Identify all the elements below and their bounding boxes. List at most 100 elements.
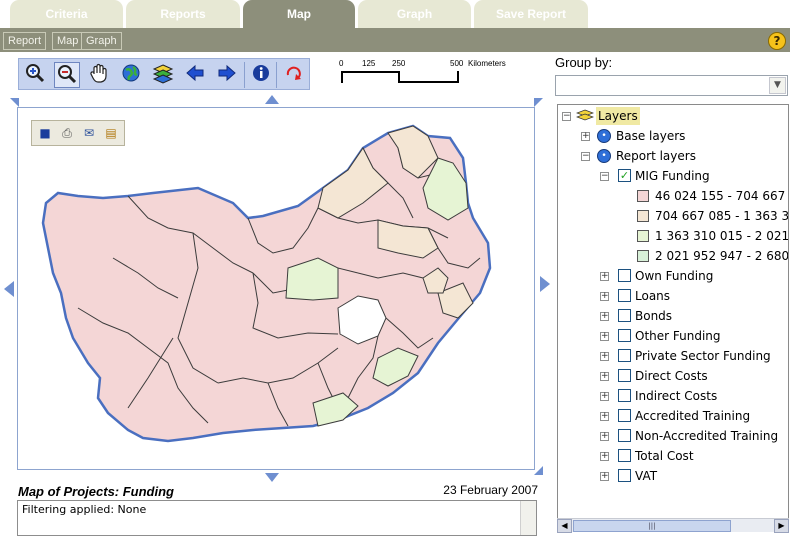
expand-toggle[interactable]: + [600, 412, 609, 421]
layer-checkbox[interactable] [618, 429, 631, 442]
chevron-down-icon[interactable]: ▼ [769, 77, 786, 94]
map-view[interactable] [17, 107, 535, 470]
collapse-toggle[interactable]: − [600, 172, 609, 181]
expand-toggle[interactable]: + [600, 432, 609, 441]
legend-swatch [637, 230, 649, 242]
tree-layer-mig-funding[interactable]: MIG Funding [635, 167, 710, 185]
refresh-icon[interactable] [281, 62, 307, 88]
layers-icon [576, 109, 594, 121]
group-by-label: Group by: [555, 55, 613, 70]
email-icon[interactable]: ✉ [80, 125, 98, 142]
info-icon[interactable] [248, 62, 274, 88]
layer-checkbox[interactable] [618, 389, 631, 402]
expand-toggle[interactable]: + [600, 332, 609, 341]
pan-south-arrow[interactable] [265, 473, 279, 482]
pan-hand-icon[interactable] [86, 62, 112, 88]
tab-save-report[interactable]: Save Report [474, 0, 588, 30]
tree-layer-item[interactable]: Bonds [635, 307, 672, 325]
tab-criteria[interactable]: Criteria [10, 0, 123, 30]
layer-checkbox[interactable] [618, 409, 631, 422]
layer-checkbox-checked[interactable]: ✓ [618, 169, 631, 182]
graph-button[interactable]: Graph [81, 32, 122, 50]
scale-segment [398, 71, 459, 83]
layer-checkbox[interactable] [618, 269, 631, 282]
map-button[interactable]: Map [52, 32, 84, 50]
pan-southeast-arrow[interactable] [534, 466, 543, 475]
map-date: 23 February 2007 [443, 483, 538, 497]
sub-toolbar: Report Map Graph ? [0, 30, 790, 52]
pan-west-arrow[interactable] [4, 281, 14, 297]
toolbar-separator [244, 62, 245, 88]
zoom-in-icon[interactable] [22, 62, 48, 88]
scale-tick-label: 0 [339, 59, 344, 68]
full-extent-globe-icon[interactable] [118, 62, 144, 88]
layer-checkbox[interactable] [618, 329, 631, 342]
back-arrow-icon[interactable] [182, 62, 208, 88]
pan-east-arrow[interactable] [540, 276, 550, 292]
tab-reports[interactable]: Reports [126, 0, 240, 30]
print-icon[interactable]: ⎙ [58, 125, 76, 142]
tree-layer-item[interactable]: Loans [635, 287, 670, 305]
tree-layer-item[interactable]: Non-Accredited Training [635, 427, 778, 445]
layer-checkbox[interactable] [618, 349, 631, 362]
tree-layer-item[interactable]: Direct Costs [635, 367, 708, 385]
zoom-out-icon[interactable] [54, 62, 80, 88]
tab-graph[interactable]: Graph [358, 0, 471, 30]
legend-label: 704 667 085 - 1 363 31 [655, 209, 789, 223]
layers-tree: − Layers + • Base layers − • Report laye… [557, 104, 789, 532]
layer-checkbox[interactable] [618, 309, 631, 322]
tree-layer-item[interactable]: Private Sector Funding [635, 347, 771, 365]
tree-base-layers[interactable]: Base layers [616, 127, 685, 145]
south-africa-map[interactable] [18, 108, 534, 469]
filter-info-box[interactable]: Filtering applied: None [17, 500, 537, 536]
scale-unit: Kilometers [468, 59, 506, 68]
tree-report-layers[interactable]: Report layers [616, 147, 696, 165]
tree-layer-item[interactable]: Indirect Costs [635, 387, 717, 405]
layer-checkbox[interactable] [618, 469, 631, 482]
expand-toggle[interactable]: + [600, 372, 609, 381]
layer-checkbox[interactable] [618, 289, 631, 302]
tree-root-layers[interactable]: Layers [596, 107, 640, 125]
expand-toggle[interactable]: + [600, 352, 609, 361]
scroll-left-icon[interactable]: ◀ [557, 519, 572, 533]
export-icon[interactable]: ▤ [102, 125, 120, 142]
forward-arrow-icon[interactable] [214, 62, 240, 88]
group-by-select[interactable]: ▼ [555, 75, 788, 96]
expand-toggle[interactable]: + [581, 132, 590, 141]
expand-toggle[interactable]: + [600, 272, 609, 281]
collapse-toggle[interactable]: − [581, 152, 590, 161]
scroll-right-icon[interactable]: ▶ [774, 519, 789, 533]
tree-layer-item[interactable]: Accredited Training [635, 407, 750, 425]
collapse-toggle[interactable]: − [562, 112, 571, 121]
toolbar-separator [276, 62, 277, 88]
report-button[interactable]: Report [3, 32, 47, 50]
scrollbar-thumb[interactable]: ||| [573, 520, 731, 532]
pan-northeast-arrow[interactable] [534, 98, 543, 107]
tab-map[interactable]: Map [243, 0, 355, 30]
tree-layer-item[interactable]: Other Funding [635, 327, 721, 345]
legend-swatch [637, 210, 649, 222]
pan-north-arrow[interactable] [265, 95, 279, 104]
expand-toggle[interactable]: + [600, 472, 609, 481]
layer-checkbox[interactable] [618, 449, 631, 462]
tree-layer-item[interactable]: Total Cost [635, 447, 694, 465]
expand-toggle[interactable]: + [600, 452, 609, 461]
expand-toggle[interactable]: + [600, 292, 609, 301]
help-icon[interactable]: ? [768, 32, 786, 50]
layer-checkbox[interactable] [618, 369, 631, 382]
legend-label: 46 024 155 - 704 667 0 [655, 189, 789, 203]
filter-scrollbar[interactable] [520, 501, 536, 535]
globe-icon: • [597, 149, 611, 163]
pan-northwest-arrow[interactable] [10, 98, 19, 107]
tree-layer-item[interactable]: Own Funding [635, 267, 713, 285]
legend-swatch [637, 250, 649, 262]
tree-layer-item[interactable]: VAT [635, 467, 657, 485]
tree-horizontal-scrollbar[interactable]: ◀ ||| ▶ [557, 518, 789, 533]
expand-toggle[interactable]: + [600, 312, 609, 321]
save-icon[interactable]: ■ [36, 125, 54, 142]
expand-toggle[interactable]: + [600, 392, 609, 401]
layers-icon[interactable] [150, 62, 176, 88]
scale-tick-label: 125 [362, 59, 376, 68]
scale-tick-label: 250 [392, 59, 406, 68]
scale-bar: 0 125 250 500 Kilometers [335, 58, 525, 90]
